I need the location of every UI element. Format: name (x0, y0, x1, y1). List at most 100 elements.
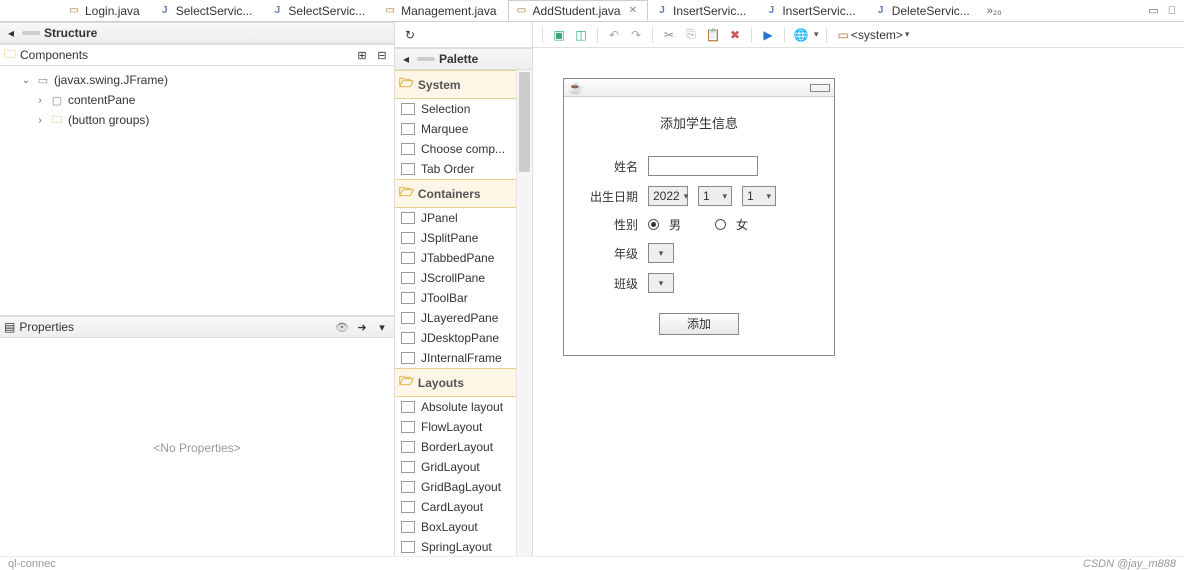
twisty-closed-icon[interactable]: › (34, 115, 46, 126)
look-and-feel-selector[interactable]: ▭ <system> ▾ (834, 28, 914, 42)
preview-icon[interactable]: ▶ (759, 26, 777, 44)
editor-tab[interactable]: JInsertServic... (648, 0, 757, 21)
month-select[interactable]: 1▾ (698, 186, 732, 206)
palette-item[interactable]: JScrollPane (395, 268, 532, 288)
frame-file-icon: ▭ (515, 4, 529, 18)
palette-item[interactable]: CardLayout (395, 497, 532, 517)
palette-category[interactable]: 🗁Layouts (395, 368, 532, 397)
editor-tab[interactable]: JSelectServic... (263, 0, 376, 21)
palette-item[interactable]: JPanel (395, 208, 532, 228)
expand-all-icon[interactable]: ⊞ (354, 47, 370, 63)
palette-item-label: JTabbedPane (421, 251, 494, 265)
palette-item[interactable]: Selection (395, 99, 532, 119)
tree-node[interactable]: ⌄▭(javax.swing.JFrame) (6, 70, 388, 90)
folder-open-icon: 🗁 (399, 74, 414, 95)
palette-item-label: Marquee (421, 122, 468, 136)
palette-item[interactable]: GridBagLayout (395, 477, 532, 497)
collapse-icon[interactable]: ◂ (399, 52, 413, 66)
close-icon[interactable]: ✕ (629, 5, 637, 16)
tree-node[interactable]: ›▢contentPane (6, 90, 388, 110)
palette-item-label: JInternalFrame (421, 351, 502, 365)
frame-file-icon: ▭ (383, 4, 397, 18)
collapse-icon[interactable]: ◂ (4, 26, 18, 40)
cursor-icon[interactable]: ↻ (401, 26, 419, 44)
palette-item[interactable]: JToolBar (395, 288, 532, 308)
palette-scrollbar[interactable] (516, 70, 532, 558)
class-select[interactable]: ▾ (648, 273, 674, 293)
tab-label: SelectServic... (176, 4, 253, 18)
add-button[interactable]: 添加 (659, 313, 739, 335)
twisty-open-icon[interactable]: ⌄ (20, 75, 32, 86)
male-radio[interactable] (648, 219, 659, 230)
palette-category[interactable]: 🗁 System (395, 70, 532, 99)
palette-item[interactable]: Choose comp... (395, 139, 532, 159)
left-column: ◂ Structure 🗀 Components ⊞ ⊟ ⌄▭(javax.sw… (0, 22, 395, 558)
tabs-overflow[interactable]: »₂₀ (981, 0, 1008, 21)
editor-tab[interactable]: ▭Management.java (376, 0, 507, 21)
undo-icon[interactable]: ↶ (605, 26, 623, 44)
palette-item-label: Absolute layout (421, 400, 503, 414)
editor-tab[interactable]: JInsertServic... (757, 0, 866, 21)
panel-icon: ▢ (50, 93, 64, 107)
palette-item-label: JScrollPane (421, 271, 485, 285)
goto-icon[interactable]: ➜ (354, 319, 370, 335)
palette-item[interactable]: SpringLayout (395, 537, 532, 557)
female-label: 女 (736, 216, 748, 233)
palette-item[interactable]: JTabbedPane (395, 248, 532, 268)
components-label: Components (20, 48, 88, 62)
grade-select[interactable]: ▾ (648, 243, 674, 263)
redo-icon[interactable]: ↷ (627, 26, 645, 44)
component-icon (401, 212, 415, 224)
minimize-maximize[interactable]: ▭ ⃞ (1148, 0, 1184, 21)
collapse-all-icon[interactable]: ⊟ (374, 47, 390, 63)
globe-icon[interactable]: 🌐 (792, 26, 810, 44)
editor-tabs: ▭Login.javaJSelectServic...JSelectServic… (0, 0, 1184, 22)
palette-item[interactable]: JLayeredPane (395, 308, 532, 328)
grip-icon (417, 57, 435, 61)
palette-item-label: FlowLayout (421, 420, 482, 434)
paste-icon[interactable]: 📋 (704, 26, 722, 44)
palette-item[interactable]: BorderLayout (395, 437, 532, 457)
twisty-closed-icon[interactable]: › (34, 95, 46, 106)
palette-item-label: JSplitPane (421, 231, 478, 245)
palette-item[interactable]: GridLayout (395, 457, 532, 477)
palette-item[interactable]: BoxLayout (395, 517, 532, 537)
component-icon (401, 103, 415, 115)
editor-tab[interactable]: ▭AddStudent.java✕ (508, 0, 648, 21)
palette-item[interactable]: Absolute layout (395, 397, 532, 417)
palette-item[interactable]: JDesktopPane (395, 328, 532, 348)
select-child-icon[interactable]: ◫ (572, 26, 590, 44)
palette-item[interactable]: FlowLayout (395, 417, 532, 437)
palette-item[interactable]: JInternalFrame (395, 348, 532, 368)
delete-icon[interactable]: ✖ (726, 26, 744, 44)
name-input[interactable] (648, 156, 758, 176)
palette-item[interactable]: Marquee (395, 119, 532, 139)
palette-item[interactable]: Tab Order (395, 159, 532, 179)
props-icon: ▤ (4, 320, 15, 334)
form-title: 添加学生信息 (578, 107, 820, 146)
tree-node[interactable]: ›🗀(button groups) (6, 110, 388, 130)
female-radio[interactable] (715, 219, 726, 230)
select-parent-icon[interactable]: ▣ (550, 26, 568, 44)
gender-label: 性别 (578, 216, 638, 233)
year-select[interactable]: 2022▾ (648, 186, 688, 206)
component-icon (401, 143, 415, 155)
copy-icon[interactable]: ⎘ (682, 26, 700, 44)
category-label: System (418, 78, 461, 92)
palette-category[interactable]: 🗁Containers (395, 179, 532, 208)
structure-title: Structure (44, 26, 97, 40)
editor-tab[interactable]: JDeleteServic... (867, 0, 981, 21)
design-canvas[interactable]: ☕ 添加学生信息 姓名 出生日期 2022▾ 1▾ 1▾ (533, 48, 1184, 558)
folder-open-icon: 🗁 (399, 183, 414, 204)
props-menu-icon[interactable]: ▾ (374, 319, 390, 335)
editor-tab[interactable]: ▭Login.java (60, 0, 151, 21)
minimize-icon[interactable] (810, 84, 830, 92)
jframe-preview[interactable]: ☕ 添加学生信息 姓名 出生日期 2022▾ 1▾ 1▾ (563, 78, 835, 356)
cut-icon[interactable]: ✂ (660, 26, 678, 44)
palette-item[interactable]: JSplitPane (395, 228, 532, 248)
frame-titlebar: ☕ (564, 79, 834, 97)
day-select[interactable]: 1▾ (742, 186, 776, 206)
show-events-icon[interactable]: 👁 (334, 319, 350, 335)
editor-tab[interactable]: JSelectServic... (151, 0, 264, 21)
frame-icon: ▭ (838, 28, 849, 42)
